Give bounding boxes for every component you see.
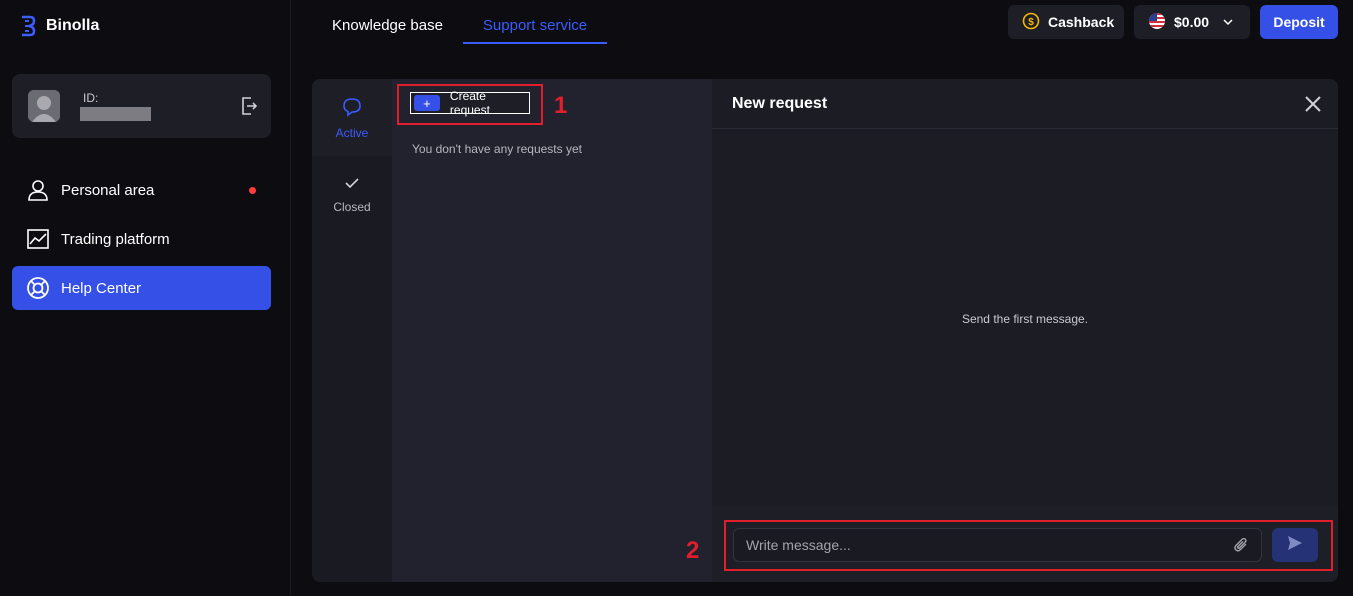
sidebar-item-personal-area[interactable]: Personal area xyxy=(12,168,271,212)
balance-amount: $0.00 xyxy=(1174,14,1210,30)
avatar[interactable] xyxy=(28,90,60,122)
svg-text:$: $ xyxy=(1028,17,1034,28)
deposit-button[interactable]: Deposit xyxy=(1260,5,1338,39)
brand-name: Binolla xyxy=(46,17,100,34)
request-status-column: Active Closed xyxy=(312,79,392,582)
chat-bubble-icon xyxy=(342,97,362,120)
sidebar-item-label: Help Center xyxy=(61,279,142,297)
logout-icon[interactable] xyxy=(241,97,258,115)
tab-active-requests[interactable]: Active xyxy=(312,79,392,156)
close-icon[interactable] xyxy=(1304,95,1322,113)
empty-requests-text: You don't have any requests yet xyxy=(412,142,582,156)
tab-closed-requests[interactable]: Closed xyxy=(312,157,392,234)
sidebar-item-help-center[interactable]: Help Center xyxy=(12,266,271,310)
sidebar: Binolla ID: Personal area Trading platfo… xyxy=(0,0,291,596)
check-icon xyxy=(344,175,360,194)
tab-support-service[interactable]: Support service xyxy=(462,0,608,44)
annotation-number-1: 1 xyxy=(554,92,568,119)
tab-knowledge-base[interactable]: Knowledge base xyxy=(312,0,463,44)
cashback-label: Cashback xyxy=(1048,14,1115,30)
notification-dot xyxy=(249,187,256,194)
help-tabs: Knowledge base Support service xyxy=(312,0,608,44)
profile-id-label: ID: xyxy=(83,91,99,105)
sidebar-item-label: Trading platform xyxy=(61,230,170,248)
chat-empty-text: Send the first message. xyxy=(961,312,1089,326)
sidebar-item-label: Personal area xyxy=(61,181,155,199)
cashback-button[interactable]: $ Cashback xyxy=(1008,5,1124,39)
profile-card: ID: xyxy=(12,74,271,138)
balance-dropdown[interactable]: $0.00 xyxy=(1134,5,1250,39)
cashback-coin-icon: $ xyxy=(1022,12,1040,33)
user-icon xyxy=(26,178,50,202)
support-panel: Active Closed + Create request You don't… xyxy=(312,79,1338,582)
chevron-down-icon xyxy=(1223,14,1233,30)
annotation-box-2 xyxy=(724,520,1333,571)
tab-label: Active xyxy=(335,126,369,140)
chat-pane: New request Send the first message. xyxy=(712,79,1338,582)
tab-label: Closed xyxy=(333,200,371,214)
binolla-logo-icon xyxy=(18,14,38,38)
chart-icon xyxy=(26,227,50,251)
chat-header: New request xyxy=(712,79,1338,129)
annotation-number-2: 2 xyxy=(686,537,700,564)
us-flag-icon xyxy=(1148,12,1166,33)
brand[interactable]: Binolla xyxy=(18,14,99,38)
profile-id-redacted xyxy=(80,107,151,121)
annotation-box-1 xyxy=(397,84,543,125)
request-list: + Create request You don't have any requ… xyxy=(392,79,712,582)
sidebar-nav: Personal area Trading platform Help Cent… xyxy=(12,168,271,315)
chat-title: New request xyxy=(732,95,828,112)
sidebar-item-trading-platform[interactable]: Trading platform xyxy=(12,217,271,261)
lifebuoy-icon xyxy=(26,276,50,300)
